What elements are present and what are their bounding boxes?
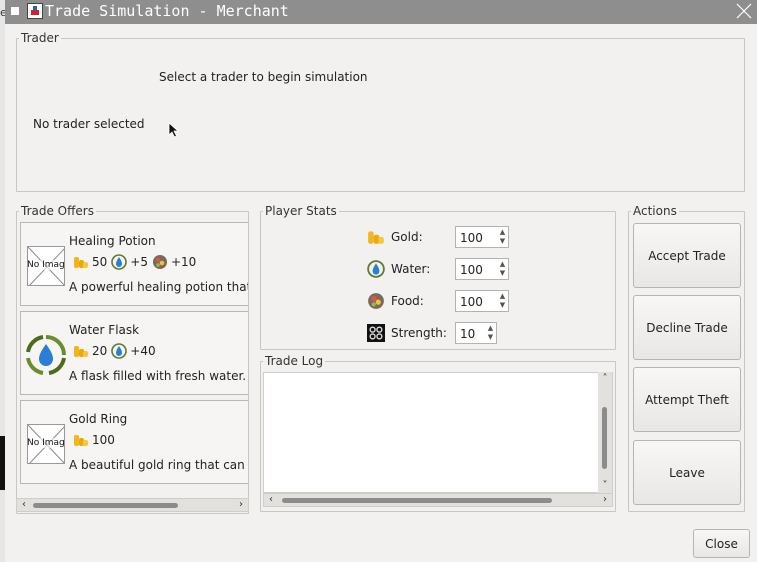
no-image-label: No Image [28, 438, 64, 448]
stat-label: Gold: [391, 230, 423, 244]
gold-icon [367, 228, 385, 246]
offer-description: A powerful healing potion that [69, 280, 248, 294]
spin-up-icon[interactable]: ▲ [498, 292, 507, 301]
offer-gold-ring[interactable]: No Image Gold Ring 100 A beautiful gold … [20, 400, 248, 484]
close-icon[interactable] [733, 0, 755, 22]
scrollbar-thumb[interactable] [33, 503, 178, 508]
offer-water-flask[interactable]: Water Flask 20 +40 A flask filled with f… [20, 311, 248, 395]
offer-cost-value: 50 [92, 255, 108, 269]
food-value[interactable]: 100 [460, 295, 483, 309]
stat-gold: Gold: [367, 225, 423, 249]
gold-value[interactable]: 100 [460, 231, 483, 245]
scroll-left-arrow[interactable]: ‹ [18, 498, 30, 512]
accept-trade-button[interactable]: Accept Trade [633, 223, 741, 288]
log-vertical-scrollbar[interactable]: ˄ ˅ [598, 372, 612, 493]
scrollbar-thumb[interactable] [602, 407, 607, 469]
no-image-placeholder: No Image [27, 424, 65, 464]
scrollbar-thumb[interactable] [282, 498, 552, 503]
decline-trade-button[interactable]: Decline Trade [633, 295, 741, 360]
trade-log-text[interactable] [263, 372, 613, 493]
background-app-panel [0, 436, 5, 490]
close-button[interactable]: Close [693, 529, 750, 558]
stat-strength: Strength: [367, 321, 447, 345]
trader-hint: Select a trader to begin simulation [159, 70, 368, 84]
no-image-label: No Image [28, 260, 64, 270]
stat-label: Food: [391, 294, 424, 308]
trade-offers-list[interactable]: No Image Healing Potion 50 +5 +10 A powe… [18, 219, 248, 495]
gold-spinner[interactable]: 100 ▲ ▼ [455, 226, 509, 248]
stat-food: Food: [367, 289, 424, 313]
water-flask-icon [26, 335, 66, 375]
water-icon [111, 343, 128, 359]
food-icon [152, 254, 168, 270]
spin-up-icon[interactable]: ▲ [498, 260, 507, 269]
scroll-down-arrow[interactable]: ˅ [598, 480, 612, 492]
no-image-placeholder: No Image [27, 246, 65, 286]
offer-description: A beautiful gold ring that can b [69, 458, 248, 472]
scroll-right-arrow[interactable]: › [599, 493, 611, 507]
gold-icon [73, 343, 89, 359]
stat-water: Water: [367, 257, 430, 281]
offers-horizontal-scrollbar[interactable]: ‹ › [16, 498, 249, 512]
spinner-buttons[interactable]: ▲ ▼ [498, 228, 507, 246]
scroll-right-arrow[interactable]: › [235, 498, 247, 512]
spin-down-icon[interactable]: ▼ [498, 301, 507, 310]
offer-cost-value: +40 [130, 344, 156, 358]
gold-icon [73, 432, 89, 448]
trader-status: No trader selected [33, 117, 145, 131]
attempt-theft-button[interactable]: Attempt Theft [633, 367, 741, 432]
trade-log-group-label: Trade Log [265, 354, 324, 368]
scroll-left-arrow[interactable]: ‹ [265, 493, 277, 507]
spin-down-icon[interactable]: ▼ [498, 269, 507, 278]
spinner-buttons[interactable]: ▲ ▼ [498, 292, 507, 310]
spinner-buttons[interactable]: ▲ ▼ [498, 260, 507, 278]
offer-name: Gold Ring [69, 412, 128, 426]
offer-cost-value: 100 [92, 433, 115, 447]
spin-up-icon[interactable]: ▲ [486, 324, 495, 333]
window-menu-icon[interactable] [11, 7, 19, 15]
offer-cost-value: +10 [170, 255, 197, 269]
screen: e Trade Simulation - Merchant Trader Sel… [0, 0, 757, 562]
spin-up-icon[interactable]: ▲ [498, 228, 507, 237]
water-icon [111, 254, 128, 270]
strength-value[interactable]: 10 [460, 327, 475, 341]
actions-group-label: Actions [633, 204, 677, 218]
trader-group-label: Trader [21, 31, 59, 45]
strength-icon [367, 324, 385, 342]
offer-description: A flask filled with fresh water. [69, 369, 247, 383]
title-bar[interactable]: Trade Simulation - Merchant [5, 0, 757, 24]
player-stats-group-label: Player Stats [265, 204, 337, 218]
offer-cost-value: +5 [130, 255, 148, 269]
water-value[interactable]: 100 [460, 263, 483, 277]
stat-label: Strength: [391, 326, 447, 340]
java-app-icon [27, 3, 43, 19]
offer-healing-potion[interactable]: No Image Healing Potion 50 +5 +10 A powe… [20, 222, 248, 306]
food-spinner[interactable]: 100 ▲ ▼ [455, 290, 509, 312]
spinner-buttons[interactable]: ▲ ▼ [486, 324, 495, 342]
log-horizontal-scrollbar[interactable]: ‹ › [263, 493, 613, 507]
window-title: Trade Simulation - Merchant [45, 2, 289, 20]
food-icon [367, 292, 385, 310]
offer-name: Water Flask [69, 323, 140, 337]
offer-costs: 50 +5 +10 [73, 253, 200, 271]
mouse-cursor-icon [168, 122, 180, 138]
strength-spinner[interactable]: 10 ▲ ▼ [455, 322, 497, 344]
gold-icon [73, 254, 89, 270]
leave-button[interactable]: Leave [633, 440, 741, 505]
scroll-up-arrow[interactable]: ˄ [598, 373, 612, 385]
trade-offers-group-label: Trade Offers [21, 204, 94, 218]
offer-costs: 100 [73, 431, 119, 449]
offer-name: Healing Potion [69, 234, 156, 248]
spin-down-icon[interactable]: ▼ [498, 237, 507, 246]
water-icon [367, 260, 385, 278]
stat-label: Water: [391, 262, 431, 276]
water-spinner[interactable]: 100 ▲ ▼ [455, 258, 509, 280]
offer-costs: 20 +40 [73, 342, 160, 360]
offer-cost-value: 20 [92, 344, 108, 358]
trader-panel: Trader Select a trader to begin simulati… [16, 31, 745, 192]
spin-down-icon[interactable]: ▼ [486, 333, 495, 342]
